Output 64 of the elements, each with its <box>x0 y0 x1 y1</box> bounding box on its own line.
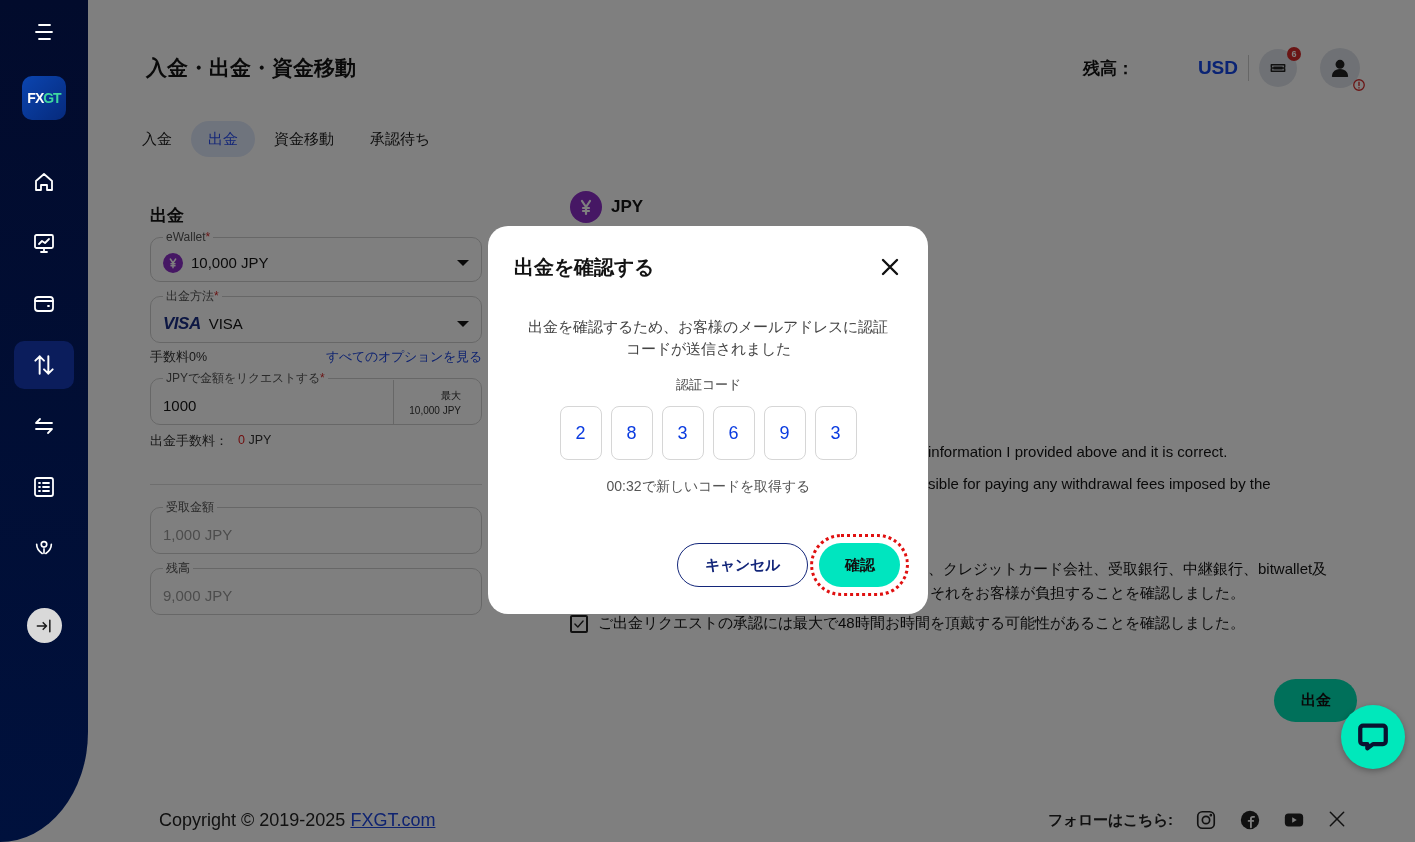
field-value: 10,000 JPY <box>191 254 270 271</box>
field-label: 出金方法* <box>165 288 220 305</box>
logo[interactable]: FXGT <box>22 76 66 120</box>
chat-button[interactable] <box>1341 705 1405 769</box>
code-digit-field[interactable]: 2 <box>559 406 602 460</box>
dialog-message: 出金を確認するため、お客様のメールアドレスに認証コードが送信されました <box>527 317 889 359</box>
tab[interactable]: 資金移動 <box>257 121 351 157</box>
follow-label: フォローはこちら: <box>1048 810 1173 830</box>
field-label: 受取金額 <box>165 499 215 516</box>
resend-text: 00:32で新しいコードを取得する <box>606 478 810 496</box>
agreement-text: sible for paying any withdrawal fees imposed by the <box>928 475 1271 493</box>
caret-icon <box>457 320 469 327</box>
code-digit-field[interactable]: 8 <box>610 406 653 460</box>
wallet-dropdown[interactable]: eWallet* 10,000 JPY <box>150 230 482 282</box>
tab[interactable]: 入金 <box>125 121 189 157</box>
tab[interactable]: 承認待ち <box>353 121 447 157</box>
field-label: eWallet* <box>165 230 212 244</box>
section-heading: 出金 <box>150 205 185 224</box>
cancel-button[interactable]: キャンセル <box>677 543 808 587</box>
home-icon <box>32 170 56 194</box>
code-digit-field[interactable]: 9 <box>763 406 806 460</box>
code-digit-field[interactable]: 3 <box>814 406 857 460</box>
balance-label: 残高： <box>1082 57 1134 80</box>
fee-text: 手数料0% <box>150 349 208 366</box>
notification-badge: 6 <box>1287 47 1301 61</box>
x-icon <box>1327 809 1347 829</box>
agreement-text: 、クレジットカード会社、受取銀行、中継銀行、bitwallet及 <box>928 560 1328 578</box>
collapse-button[interactable] <box>26 608 62 643</box>
max-label: 最大 <box>441 388 461 403</box>
field-value: 1000 <box>163 397 198 414</box>
field-value: VISA <box>208 315 244 332</box>
fee-label: 出金手数料： <box>150 433 228 450</box>
tab[interactable]: 出金 <box>191 121 255 157</box>
list-icon <box>32 475 56 499</box>
visa-logo: VISA <box>163 313 201 334</box>
field-label: 残高 <box>165 560 191 577</box>
instagram-icon <box>1195 809 1217 831</box>
up-down-arrows-icon <box>31 352 57 378</box>
agreement-text: それをお客様が負担することを確認しました。 <box>930 584 1245 602</box>
site-link[interactable]: FXGT.com <box>350 809 436 831</box>
alert-icon <box>1352 78 1366 92</box>
nav-item[interactable] <box>14 341 74 389</box>
currency-selector[interactable]: USD <box>1197 57 1238 79</box>
agreement-text: information I provided above and it is correct. <box>928 443 1228 461</box>
amount-field[interactable]: JPYで金額をリクエストする* 1000 最大 10,000 JPY <box>150 370 482 425</box>
code-digit-field[interactable]: 3 <box>661 406 704 460</box>
monitor-chart-icon <box>32 231 56 255</box>
profile-button[interactable] <box>1320 48 1360 88</box>
withdraw-button[interactable]: 出金 <box>1274 679 1357 722</box>
options-link[interactable]: すべてのオプションを見る <box>326 349 482 366</box>
code-label: 認証コード <box>675 376 741 394</box>
copyright-text: Copyright © 2019-2025 <box>159 809 346 831</box>
page-title: 入金・出金・資金移動 <box>146 55 357 81</box>
fee-amount: 0 JPY <box>238 433 272 449</box>
person-icon <box>1329 57 1351 79</box>
field-label: JPYで金額をリクエストする* <box>165 370 326 387</box>
checkbox-label: ご出金リクエストの承認には最大で48時間お時間を頂戴する可能性があることを確認しました。 <box>598 614 1245 633</box>
code-digit-field[interactable]: 6 <box>712 406 755 460</box>
max-amount: 10,000 JPY <box>409 404 461 416</box>
caret-icon <box>457 259 469 266</box>
method-dropdown[interactable]: 出金方法* VISA VISA <box>150 288 482 343</box>
dialog-title: 出金を確認する <box>514 254 654 280</box>
facebook-icon <box>1239 809 1261 831</box>
currency-label: JPY <box>611 197 644 217</box>
